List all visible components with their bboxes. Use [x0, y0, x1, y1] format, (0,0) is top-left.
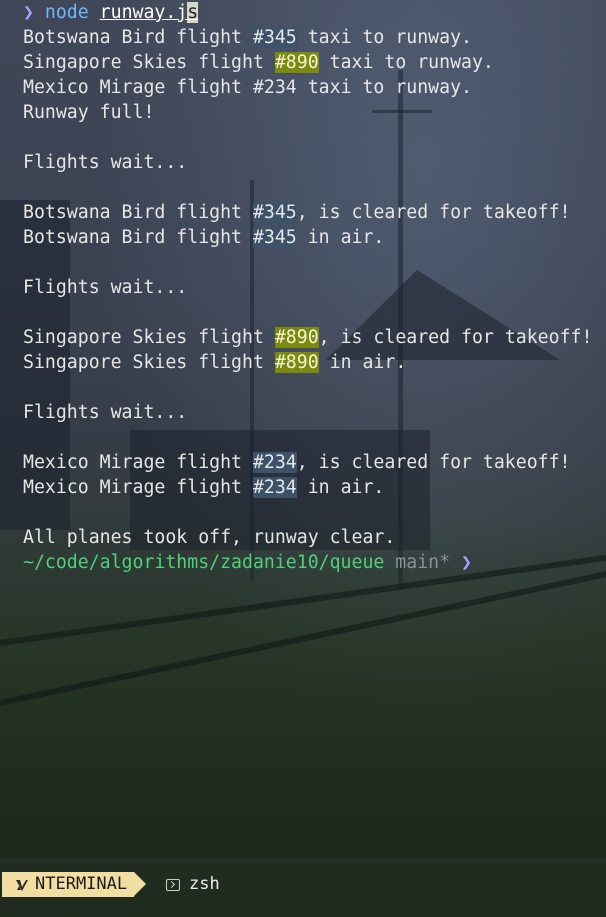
- vim-icon: [15, 878, 29, 892]
- flight-number: #234: [252, 477, 297, 498]
- flight-number: #345: [252, 227, 297, 248]
- output-line: Runway full!: [23, 102, 155, 123]
- output-line: Singapore Skies flight #890 taxi to runw…: [23, 52, 494, 73]
- output-line: Botswana Bird flight #345 in air.: [23, 227, 385, 248]
- flight-number: #345: [252, 202, 297, 223]
- tab-label: zsh: [189, 874, 220, 894]
- mode-separator: [134, 872, 146, 896]
- mode-label: NTERMINAL: [35, 874, 128, 894]
- output-line: Flights wait...: [23, 402, 188, 423]
- output-line: Flights wait...: [23, 277, 188, 298]
- mode-indicator: NTERMINAL: [2, 872, 134, 897]
- flight-number: #890: [274, 327, 319, 348]
- flight-number: #234: [252, 77, 297, 98]
- output-line: Flights wait...: [23, 152, 188, 173]
- output-line: All planes took off, runway clear.: [23, 527, 396, 548]
- output-line: Botswana Bird flight #345, is cleared fo…: [23, 202, 571, 223]
- cwd-path: ~/code/algorithms/zadanie10/queue: [23, 552, 385, 573]
- flight-number: #890: [274, 52, 319, 73]
- prompt-symbol: ❯: [23, 2, 34, 23]
- flight-number: #345: [252, 27, 297, 48]
- prompt-end-symbol: ❯: [461, 552, 472, 573]
- flight-number: #890: [274, 352, 319, 373]
- command-line: ❯ node runway.js: [23, 0, 606, 25]
- terminal-cursor: s: [187, 2, 199, 23]
- output-line: Mexico Mirage flight #234, is cleared fo…: [23, 452, 571, 473]
- command-name: node: [44, 2, 89, 23]
- flight-number: #234: [252, 452, 297, 473]
- command-file: runway.js: [99, 2, 199, 23]
- git-branch: main*: [395, 552, 451, 573]
- shell-prompt: ~/code/algorithms/zadanie10/queue main* …: [23, 550, 606, 575]
- terminal-tab[interactable]: zsh: [166, 872, 220, 897]
- output-line: Botswana Bird flight #345 taxi to runway…: [23, 27, 472, 48]
- program-output: Botswana Bird flight #345 taxi to runway…: [23, 25, 606, 550]
- output-line: Singapore Skies flight #890, is cleared …: [23, 327, 593, 348]
- terminal-icon: [166, 878, 180, 891]
- output-line: Singapore Skies flight #890 in air.: [23, 352, 407, 373]
- terminal-output[interactable]: ❯ node runway.js Botswana Bird flight #3…: [0, 0, 606, 575]
- output-line: Mexico Mirage flight #234 taxi to runway…: [23, 77, 472, 98]
- output-line: Mexico Mirage flight #234 in air.: [23, 477, 385, 498]
